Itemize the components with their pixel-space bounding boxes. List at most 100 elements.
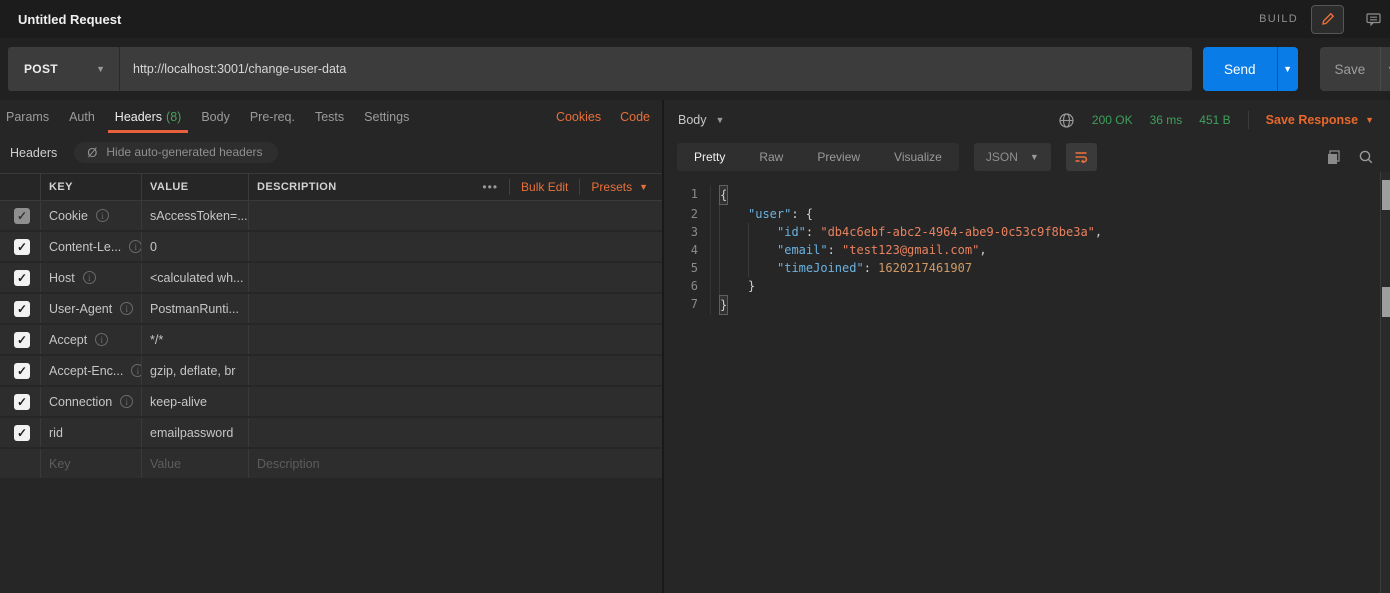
- row-checkbox[interactable]: ✓: [14, 301, 30, 317]
- header-description-cell[interactable]: [248, 387, 662, 416]
- search-icon[interactable]: [1358, 149, 1374, 165]
- header-key-cell[interactable]: Connectioni: [40, 387, 141, 416]
- method-select[interactable]: POST ▼: [8, 47, 119, 91]
- header-key-cell[interactable]: Hosti: [40, 263, 141, 292]
- row-checkbox[interactable]: ✓: [14, 363, 30, 379]
- main-split: ParamsAuthHeaders(8)BodyPre-req.TestsSet…: [0, 100, 1390, 593]
- header-key-text: Cookie: [49, 209, 88, 223]
- tab-pre-req[interactable]: Pre-req.: [240, 100, 305, 133]
- code-line: 3"id": "db4c6ebf-abc2-4964-abe9-0c53c9f8…: [664, 223, 1390, 241]
- header-key-cell[interactable]: Content-Le...i: [40, 232, 141, 261]
- header-value-cell[interactable]: */*: [141, 325, 248, 354]
- table-row: ✓ Content-Le...i 0: [0, 232, 662, 261]
- presets-dropdown[interactable]: Presets ▼: [591, 180, 648, 194]
- header-key-cell[interactable]: Accepti: [40, 325, 141, 354]
- tab-tests[interactable]: Tests: [305, 100, 354, 133]
- view-tab-pretty[interactable]: Pretty: [677, 150, 742, 164]
- scrollbar-thumb[interactable]: [1382, 287, 1390, 317]
- header-value-cell[interactable]: 0: [141, 232, 248, 261]
- header-key-cell[interactable]: User-Agenti: [40, 294, 141, 323]
- indent-guide: [719, 277, 748, 295]
- code-token: "user": [748, 205, 791, 223]
- response-body-dropdown[interactable]: Body ▼: [678, 113, 724, 127]
- header-key-cell[interactable]: Cookiei: [40, 201, 141, 230]
- indent-guide: [719, 223, 748, 241]
- header-value-text: PostmanRunti...: [150, 302, 239, 316]
- request-title: Untitled Request: [18, 12, 121, 27]
- comments-button[interactable]: [1357, 5, 1390, 34]
- scrollbar-thumb[interactable]: [1382, 180, 1390, 210]
- view-tab-raw[interactable]: Raw: [742, 150, 800, 164]
- value-input[interactable]: Value: [141, 449, 248, 478]
- bulk-edit-link[interactable]: Bulk Edit: [521, 180, 568, 194]
- code-token: :: [806, 223, 820, 241]
- save-response-dropdown[interactable]: Save Response ▼: [1266, 113, 1374, 127]
- tab-headers[interactable]: Headers(8): [105, 100, 192, 133]
- row-checkbox[interactable]: ✓: [14, 239, 30, 255]
- view-tab-visualize[interactable]: Visualize: [877, 150, 959, 164]
- response-scrollbar[interactable]: [1380, 172, 1390, 593]
- wrap-lines-button[interactable]: [1066, 143, 1097, 171]
- header-description-cell[interactable]: [248, 263, 662, 292]
- header-description-cell[interactable]: [248, 356, 662, 385]
- table-row: ✓ User-Agenti PostmanRunti...: [0, 294, 662, 323]
- view-tab-preview[interactable]: Preview: [800, 150, 877, 164]
- row-checkbox[interactable]: ✓: [14, 208, 30, 224]
- edit-mode-button[interactable]: [1311, 5, 1344, 34]
- key-input[interactable]: Key: [40, 449, 141, 478]
- code-content: }: [710, 295, 728, 315]
- tab-label: Settings: [364, 110, 409, 124]
- tab-settings[interactable]: Settings: [354, 100, 419, 133]
- divider: [1248, 111, 1249, 129]
- header-key-text: Accept-Enc...: [49, 364, 123, 378]
- format-dropdown[interactable]: JSON ▼: [974, 143, 1051, 171]
- row-checkbox[interactable]: ✓: [14, 270, 30, 286]
- header-value-cell[interactable]: gzip, deflate, br: [141, 356, 248, 385]
- header-key-cell[interactable]: Accept-Enc...i: [40, 356, 141, 385]
- code-link[interactable]: Code: [620, 110, 650, 124]
- header-value-text: gzip, deflate, br: [150, 364, 235, 378]
- header-key-cell[interactable]: rid: [40, 418, 141, 447]
- tab-params[interactable]: Params: [0, 100, 59, 133]
- response-time: 36 ms: [1150, 113, 1183, 127]
- hide-auto-headers-toggle[interactable]: Ø Hide auto-generated headers: [74, 142, 277, 163]
- row-checkbox[interactable]: ✓: [14, 425, 30, 441]
- header-description-cell[interactable]: [248, 325, 662, 354]
- response-controls-row: PrettyRawPreviewVisualize JSON ▼: [664, 143, 1390, 171]
- more-options-icon[interactable]: •••: [482, 180, 498, 194]
- response-meta-row: Body ▼ 200 OK 36 ms 451 B Save Response …: [664, 106, 1390, 134]
- header-value-cell[interactable]: emailpassword: [141, 418, 248, 447]
- save-options-button[interactable]: ▼: [1380, 47, 1390, 91]
- method-label: POST: [24, 62, 58, 76]
- tab-body[interactable]: Body: [191, 100, 240, 133]
- save-button[interactable]: Save: [1320, 47, 1381, 91]
- tab-auth[interactable]: Auth: [59, 100, 105, 133]
- send-options-button[interactable]: ▼: [1277, 47, 1298, 91]
- header-value-text: 0: [150, 240, 157, 254]
- send-button[interactable]: Send: [1203, 47, 1277, 91]
- response-view-tabs: PrettyRawPreviewVisualize: [677, 143, 959, 171]
- header-value-text: emailpassword: [150, 426, 233, 440]
- row-checkbox[interactable]: ✓: [14, 332, 30, 348]
- url-input[interactable]: http://localhost:3001/change-user-data: [120, 47, 346, 91]
- header-description-cell[interactable]: [248, 232, 662, 261]
- response-body-label: Body: [678, 113, 707, 127]
- header-value-cell[interactable]: PostmanRunti...: [141, 294, 248, 323]
- header-value-cell[interactable]: <calculated wh...: [141, 263, 248, 292]
- cookies-link[interactable]: Cookies: [556, 110, 601, 124]
- response-body-code[interactable]: 1{2"user": {3"id": "db4c6ebf-abc2-4964-a…: [664, 185, 1390, 315]
- description-input[interactable]: Description: [248, 449, 662, 478]
- header-description-cell[interactable]: [248, 418, 662, 447]
- header-value-cell[interactable]: sAccessToken=...: [141, 201, 248, 230]
- copy-icon[interactable]: [1326, 149, 1341, 165]
- header-description-cell[interactable]: [248, 294, 662, 323]
- header-description-cell[interactable]: [248, 201, 662, 230]
- network-globe-icon[interactable]: [1058, 112, 1075, 129]
- header-value-cell[interactable]: keep-alive: [141, 387, 248, 416]
- line-number: 3: [664, 223, 710, 241]
- row-checkbox[interactable]: ✓: [14, 394, 30, 410]
- code-token: "test123@gmail.com": [842, 241, 979, 259]
- headers-table-head: KEY VALUE DESCRIPTION ••• Bulk Edit Pres…: [0, 173, 662, 201]
- table-row: ✓ CookieisAccessToken=...: [0, 201, 662, 230]
- chevron-down-icon: ▼: [96, 64, 105, 74]
